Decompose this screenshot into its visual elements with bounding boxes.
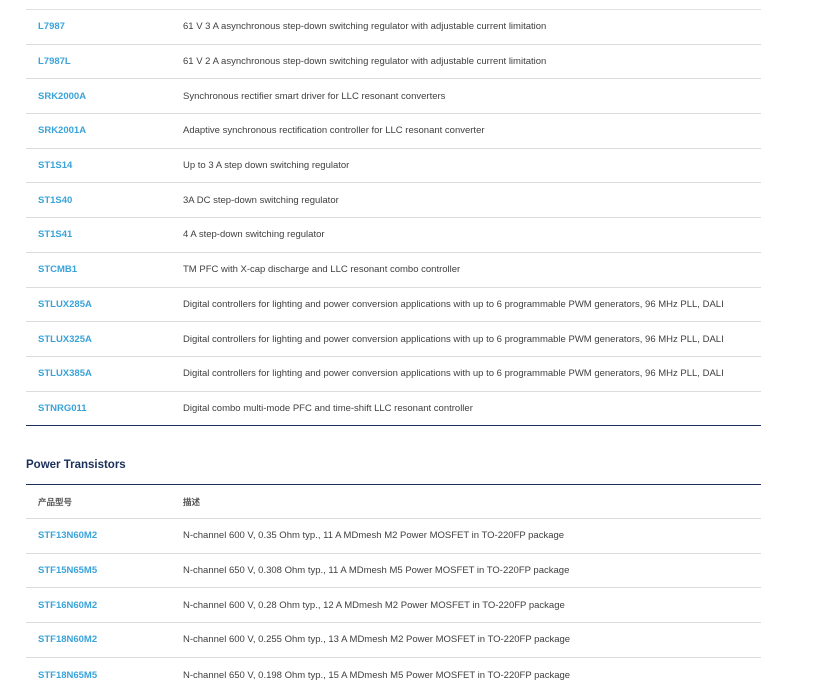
part-description: N-channel 600 V, 0.28 Ohm typ., 12 A MDm… [183,599,565,611]
part-link[interactable]: L7987L [26,56,171,67]
part-link[interactable]: STF15N65M5 [26,565,171,576]
table-row: STF16N60M2 N-channel 600 V, 0.28 Ohm typ… [26,588,761,624]
table-row: STF15N65M5 N-channel 650 V, 0.308 Ohm ty… [26,554,761,589]
part-link[interactable]: STLUX325A [26,334,171,345]
part-link[interactable]: ST1S40 [26,195,171,206]
part-description: Synchronous rectifier smart driver for L… [183,90,446,102]
power-transistors-table: 产品型号 描述 STF13N60M2 N-channel 600 V, 0.35… [26,484,761,692]
table-row: STCMB1 TM PFC with X-cap discharge and L… [26,253,761,288]
part-link[interactable]: STF16N60M2 [26,600,171,611]
part-description: 61 V 3 A asynchronous step-down switchin… [183,21,547,33]
table-row: ST1S14 Up to 3 A step down switching reg… [26,149,761,184]
table-row: ST1S40 3A DC step-down switching regulat… [26,183,761,219]
table-row: ST1S41 4 A step-down switching regulator [26,218,761,253]
table-row: STF18N60M2 N-channel 600 V, 0.255 Ohm ty… [26,623,761,658]
table-row: STF18N65M5 N-channel 650 V, 0.198 Ohm ty… [26,658,761,692]
part-description: Up to 3 A step down switching regulator [183,160,350,172]
regulators-table: L7987 61 V 3 A asynchronous step-down sw… [26,9,761,427]
table-row: STLUX325A Digital controllers for lighti… [26,322,761,357]
part-link[interactable]: STNRG011 [26,403,171,414]
table-row: L7987L 61 V 2 A asynchronous step-down s… [26,45,761,80]
part-description: N-channel 650 V, 0.198 Ohm typ., 15 A MD… [183,669,571,681]
column-header-description[interactable]: 描述 [171,496,761,508]
part-description: N-channel 650 V, 0.308 Ohm typ., 11 A MD… [183,565,570,577]
part-description: Adaptive synchronous rectification contr… [183,125,485,137]
part-description: Digital combo multi-mode PFC and time-sh… [183,402,473,414]
part-link[interactable]: STLUX285A [26,299,171,310]
part-link[interactable]: ST1S41 [26,229,171,240]
part-link[interactable]: L7987 [26,21,171,32]
part-link[interactable]: SRK2000A [26,91,171,102]
part-link[interactable]: STCMB1 [26,264,171,275]
part-link[interactable]: ST1S14 [26,160,171,171]
part-link[interactable]: STLUX385A [26,368,171,379]
table-row: STF13N60M2 N-channel 600 V, 0.35 Ohm typ… [26,519,761,554]
product-list-container: L7987 61 V 3 A asynchronous step-down sw… [26,0,761,681]
table-row: L7987 61 V 3 A asynchronous step-down sw… [26,10,761,45]
section-title: Power Transistors [26,459,126,471]
part-description: N-channel 600 V, 0.35 Ohm typ., 11 A MDm… [183,530,565,542]
part-link[interactable]: STF18N65M5 [26,670,171,681]
part-description: Digital controllers for lighting and pow… [183,333,724,345]
part-description: Digital controllers for lighting and pow… [183,368,724,380]
part-link[interactable]: STF18N60M2 [26,634,171,645]
part-link[interactable]: STF13N60M2 [26,530,171,541]
table-row: STLUX385A Digital controllers for lighti… [26,357,761,392]
table-header-row: 产品型号 描述 [26,485,761,519]
part-link[interactable]: SRK2001A [26,125,171,136]
part-description: 3A DC step-down switching regulator [183,194,339,206]
part-description: Digital controllers for lighting and pow… [183,298,724,310]
part-description: TM PFC with X-cap discharge and LLC reso… [183,264,461,276]
table-row: SRK2001A Adaptive synchronous rectificat… [26,114,761,149]
table-row: STNRG011 Digital combo multi-mode PFC an… [26,392,761,427]
table-row: STLUX285A Digital controllers for lighti… [26,288,761,323]
part-description: 61 V 2 A asynchronous step-down switchin… [183,56,547,68]
table-row: SRK2000A Synchronous rectifier smart dri… [26,79,761,115]
part-description: 4 A step-down switching regulator [183,229,325,241]
column-header-part[interactable]: 产品型号 [26,496,171,508]
part-description: N-channel 600 V, 0.255 Ohm typ., 13 A MD… [183,634,571,646]
